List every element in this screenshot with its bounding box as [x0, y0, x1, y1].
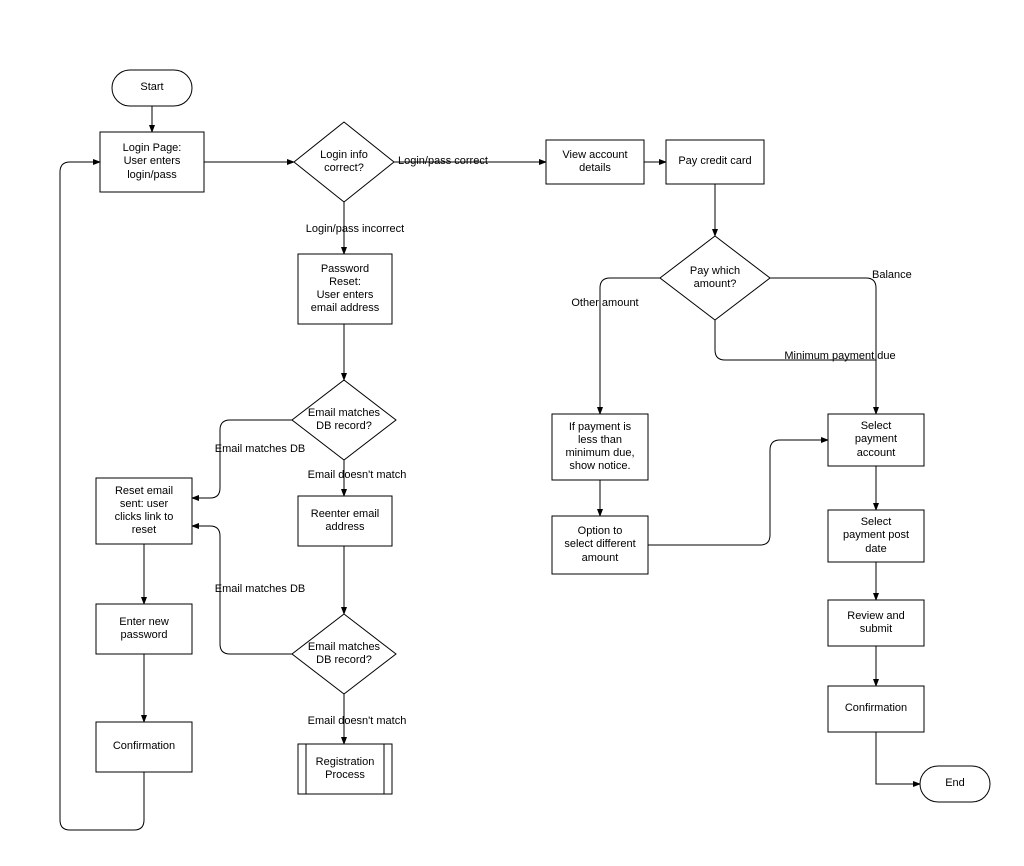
enter-new-password-label: Enter newpassword — [96, 604, 192, 654]
select-different-label: Option toselect differentamount — [552, 516, 648, 574]
connector — [876, 732, 920, 784]
confirmation-1-label: Confirmation — [96, 722, 192, 772]
connector — [648, 440, 828, 545]
connector — [715, 320, 876, 414]
edge-min-payment: Minimum payment due — [760, 349, 920, 365]
edge-other-amount: Other amount — [560, 296, 650, 312]
pay-which-amount-label: Pay whichamount? — [680, 260, 750, 296]
login-correct-label: Login infocorrect? — [304, 142, 384, 182]
reenter-email-label: Reenter emailaddress — [298, 496, 392, 546]
view-account-label: View accountdetails — [546, 140, 644, 184]
email-match-2-label: Email matchesDB record? — [302, 636, 386, 672]
pay-credit-card-label: Pay credit card — [666, 140, 764, 184]
connector — [192, 420, 292, 498]
password-reset-label: PasswordReset:User entersemail address — [298, 254, 392, 324]
flowchart-diagram: Start Login Page:User enterslogin/pass L… — [0, 0, 1024, 866]
start-label: Start — [112, 70, 192, 106]
edge-email-no-match-1: Email doesn't match — [292, 468, 422, 484]
edge-email-no-match-2: Email doesn't match — [292, 714, 422, 730]
edge-login-correct: Login/pass correct — [398, 152, 518, 172]
connector — [770, 278, 876, 414]
edge-balance: Balance — [872, 268, 952, 284]
edge-email-matches-1: Email matches DB — [200, 442, 320, 458]
confirmation-2-label: Confirmation — [828, 686, 924, 732]
end-label: End — [920, 766, 990, 802]
edge-email-matches-2: Email matches DB — [200, 582, 320, 598]
payment-notice-label: If payment isless thanminimum due,show n… — [552, 414, 648, 480]
login-page-label: Login Page:User enterslogin/pass — [100, 132, 204, 192]
select-post-date-label: Selectpayment postdate — [828, 510, 924, 562]
registration-label: RegistrationProcess — [306, 744, 384, 794]
email-match-1-label: Email matchesDB record? — [302, 402, 386, 438]
review-submit-label: Review andsubmit — [828, 600, 924, 646]
edge-login-incorrect: Login/pass incorrect — [290, 222, 420, 238]
select-payment-account-label: Selectpaymentaccount — [828, 414, 924, 466]
reset-email-sent-label: Reset emailsent: userclicks link toreset — [96, 478, 192, 544]
